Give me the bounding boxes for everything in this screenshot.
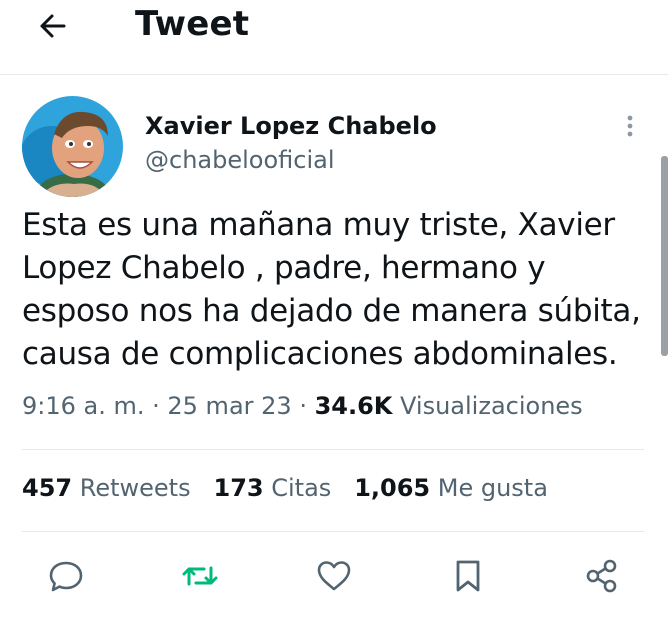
likes-stat[interactable]: 1,065 Me gusta — [354, 474, 548, 502]
author-handle[interactable]: @chabelooficial — [145, 146, 335, 174]
divider — [22, 449, 644, 450]
likes-count: 1,065 — [354, 474, 431, 502]
quotes-count: 173 — [213, 474, 264, 502]
tweet-meta: 9:16 a. m. · 25 mar 23 · 34.6K Visualiza… — [22, 392, 583, 420]
views-count[interactable]: 34.6K — [315, 392, 393, 420]
meta-separator: · — [144, 392, 168, 420]
reply-icon[interactable] — [46, 556, 86, 596]
like-icon[interactable] — [314, 556, 354, 596]
quotes-stat[interactable]: 173 Citas — [214, 474, 332, 502]
meta-separator: · — [291, 392, 315, 420]
header-bar: Tweet — [0, 0, 668, 75]
divider — [22, 531, 644, 532]
tweet-date[interactable]: 25 mar 23 — [167, 392, 291, 420]
quotes-label: Citas — [271, 474, 332, 502]
tweet-text: Esta es una mañana muy triste, Xavier Lo… — [22, 207, 641, 372]
bookmark-icon[interactable] — [448, 556, 488, 596]
retweets-label: Retweets — [79, 474, 191, 502]
likes-label: Me gusta — [437, 474, 548, 502]
retweets-stat[interactable]: 457 Retweets — [22, 474, 191, 502]
share-icon[interactable] — [582, 556, 622, 596]
tweet-stats: 457 Retweets 173 Citas 1,065 Me gusta — [22, 474, 548, 502]
scrollbar[interactable] — [661, 156, 668, 356]
retweets-count: 457 — [22, 474, 73, 502]
back-arrow-icon[interactable] — [34, 6, 74, 46]
avatar[interactable] — [22, 96, 123, 197]
author-name[interactable]: Xavier Lopez Chabelo — [145, 112, 437, 140]
page-title: Tweet — [135, 4, 250, 44]
views-label[interactable]: Visualizaciones — [400, 392, 583, 420]
tweet-time[interactable]: 9:16 a. m. — [22, 392, 145, 420]
retweet-icon[interactable] — [180, 556, 220, 596]
more-options-icon[interactable] — [620, 112, 640, 142]
